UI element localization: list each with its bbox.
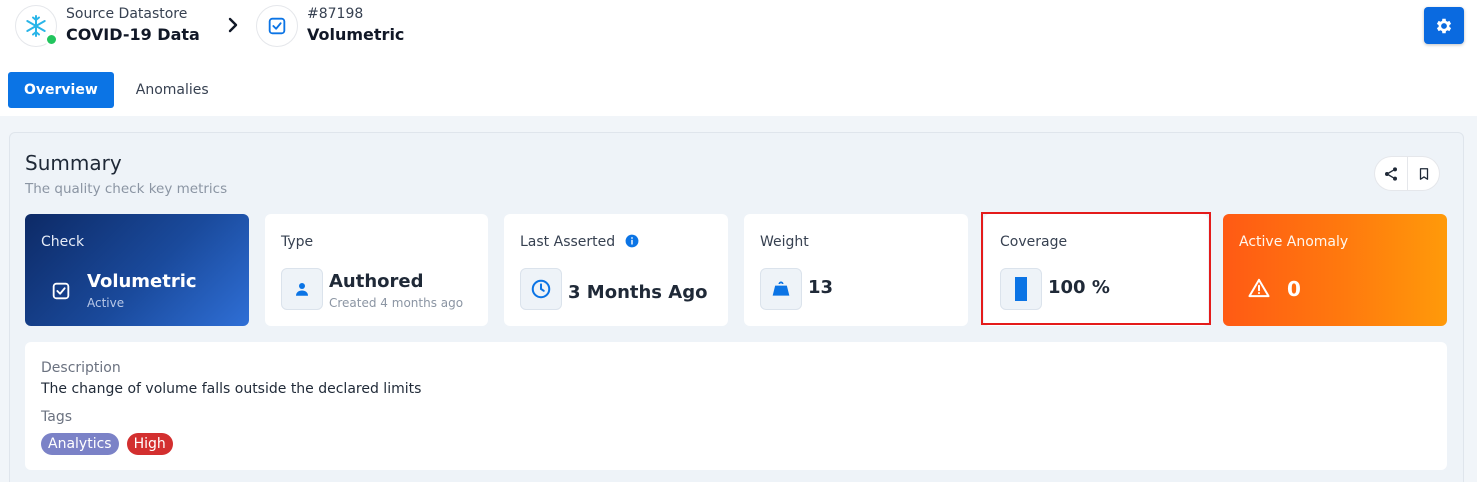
warning-icon — [1248, 278, 1270, 298]
bookmark-icon — [1419, 167, 1428, 180]
check-name: Volumetric — [307, 25, 405, 44]
card-weight-label: Weight — [760, 234, 809, 250]
card-last-asserted: Last Asserted 3 Months Ago — [504, 214, 728, 326]
datastore-sub-label: Source Datastore — [66, 6, 188, 22]
check-id: #87198 — [307, 6, 364, 22]
share-button[interactable] — [1375, 157, 1407, 190]
card-active-anomaly: Active Anomaly 0 — [1223, 214, 1447, 326]
card-type-label: Type — [281, 234, 314, 250]
card-weight-value: 13 — [808, 277, 834, 298]
tab-anomalies[interactable]: Anomalies — [120, 72, 225, 108]
tag-high[interactable]: High — [126, 433, 173, 455]
weight-icon-box — [760, 268, 802, 310]
description-label: Description — [41, 360, 121, 376]
check-avatar — [256, 5, 298, 47]
gear-icon — [1436, 18, 1452, 33]
clock-icon — [531, 279, 551, 299]
user-icon — [296, 283, 308, 296]
check-square-icon — [52, 282, 70, 300]
description-card: Description The change of volume falls o… — [25, 342, 1447, 470]
summary-title: Summary — [25, 151, 122, 175]
tag-list: Analytics High — [41, 433, 173, 455]
breadcrumb-check[interactable]: #87198 Volumetric — [256, 5, 404, 47]
card-check-value: Volumetric — [87, 271, 197, 292]
settings-button[interactable] — [1424, 7, 1464, 44]
info-icon[interactable] — [625, 234, 639, 248]
summary-subtitle: The quality check key metrics — [25, 181, 228, 197]
card-last-asserted-value: 3 Months Ago — [568, 282, 708, 303]
coverage-highlight-box — [981, 212, 1211, 325]
tab-bar: Overview Anomalies — [8, 72, 225, 108]
check-square-icon — [268, 17, 286, 35]
weight-icon — [772, 281, 790, 296]
card-anomaly-label: Active Anomaly — [1239, 234, 1349, 250]
datastore-name: COVID-19 Data — [66, 25, 200, 44]
card-anomaly-value: 0 — [1287, 277, 1301, 301]
last-asserted-label-text: Last Asserted — [520, 234, 616, 250]
card-check-status: Active — [87, 296, 125, 310]
card-check-label: Check — [41, 234, 85, 250]
card-weight: Weight 13 — [744, 214, 968, 326]
breadcrumb-datastore[interactable]: Source Datastore COVID-19 Data — [15, 5, 200, 47]
tags-label: Tags — [41, 409, 72, 425]
bookmark-button[interactable] — [1407, 157, 1439, 190]
card-type-value: Authored — [329, 271, 424, 292]
tab-overview[interactable]: Overview — [8, 72, 114, 108]
share-icon — [1385, 166, 1397, 181]
datastore-avatar — [15, 5, 58, 47]
card-type-note: Created 4 months ago — [329, 296, 464, 310]
connection-status-dot — [45, 33, 58, 46]
card-last-asserted-label: Last Asserted — [520, 233, 639, 251]
summary-actions — [1375, 157, 1439, 190]
tag-analytics[interactable]: Analytics — [41, 433, 119, 455]
card-check: Check Volumetric Active — [25, 214, 249, 326]
chevron-right-icon — [228, 17, 238, 33]
description-text: The change of volume falls outside the d… — [41, 381, 422, 397]
last-asserted-icon-box — [520, 268, 562, 310]
page-header: Source Datastore COVID-19 Data #87198 Vo… — [0, 0, 1477, 60]
snowflake-icon — [26, 15, 46, 37]
card-type: Type Authored Created 4 months ago — [265, 214, 488, 326]
type-icon-box — [281, 268, 323, 310]
